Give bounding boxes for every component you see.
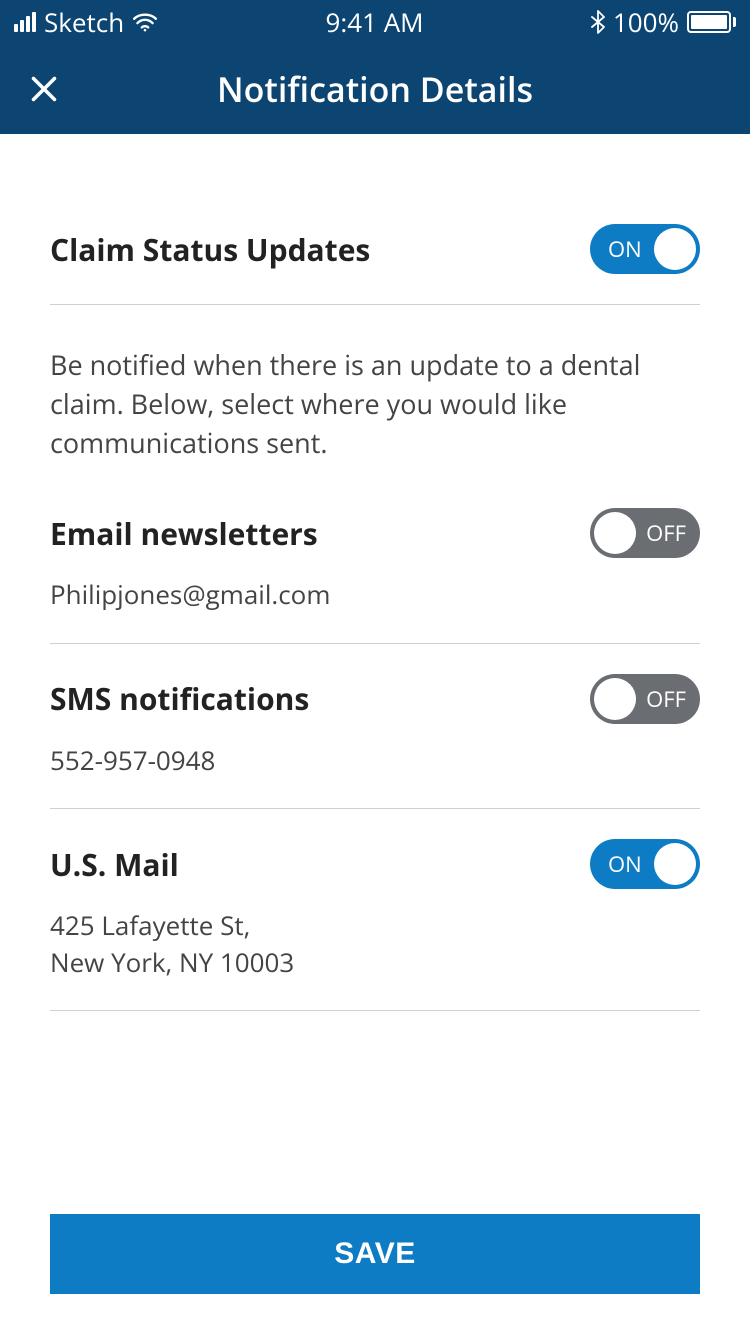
sms-toggle[interactable]: OFF	[590, 674, 700, 724]
signal-icon	[14, 12, 36, 32]
bluetooth-icon	[591, 10, 605, 34]
nav-bar: Notification Details	[0, 44, 750, 134]
email-value: Philipjones@gmail.com	[50, 576, 700, 612]
page-title: Notification Details	[217, 66, 533, 112]
toggle-knob	[654, 228, 696, 270]
status-right: 100%	[591, 4, 736, 40]
toggle-label: OFF	[646, 518, 686, 548]
toggle-knob	[594, 678, 636, 720]
sms-title: SMS notifications	[50, 678, 309, 719]
status-left: Sketch	[14, 4, 158, 40]
status-time: 9:41 AM	[326, 4, 424, 40]
footer: SAVE	[0, 1184, 750, 1334]
mail-toggle[interactable]: ON	[590, 839, 700, 889]
toggle-knob	[594, 512, 636, 554]
toggle-label: ON	[608, 849, 642, 879]
sms-section: SMS notifications OFF 552-957-0948	[50, 644, 700, 809]
email-section: Email newsletters OFF Philipjones@gmail.…	[50, 478, 700, 643]
battery-percent: 100%	[613, 4, 679, 40]
close-button[interactable]	[30, 75, 58, 103]
email-title: Email newsletters	[50, 513, 318, 554]
claim-status-title: Claim Status Updates	[50, 229, 370, 270]
wifi-icon	[132, 12, 158, 32]
battery-icon	[687, 11, 736, 33]
status-bar: Sketch 9:41 AM 100%	[0, 0, 750, 44]
toggle-label: ON	[608, 234, 642, 264]
sms-value: 552-957-0948	[50, 742, 700, 778]
email-toggle[interactable]: OFF	[590, 508, 700, 558]
mail-value: 425 Lafayette St, New York, NY 10003	[50, 907, 700, 980]
toggle-label: OFF	[646, 684, 686, 714]
carrier-label: Sketch	[44, 4, 124, 40]
claim-status-toggle[interactable]: ON	[590, 224, 700, 274]
mail-section: U.S. Mail ON 425 Lafayette St, New York,…	[50, 809, 700, 1011]
section-description: Be notified when there is an update to a…	[50, 345, 700, 462]
content-area: Claim Status Updates ON Be notified when…	[0, 134, 750, 1184]
mail-title: U.S. Mail	[50, 844, 179, 885]
toggle-knob	[654, 843, 696, 885]
save-button[interactable]: SAVE	[50, 1214, 700, 1294]
claim-status-section: Claim Status Updates ON	[50, 184, 700, 305]
